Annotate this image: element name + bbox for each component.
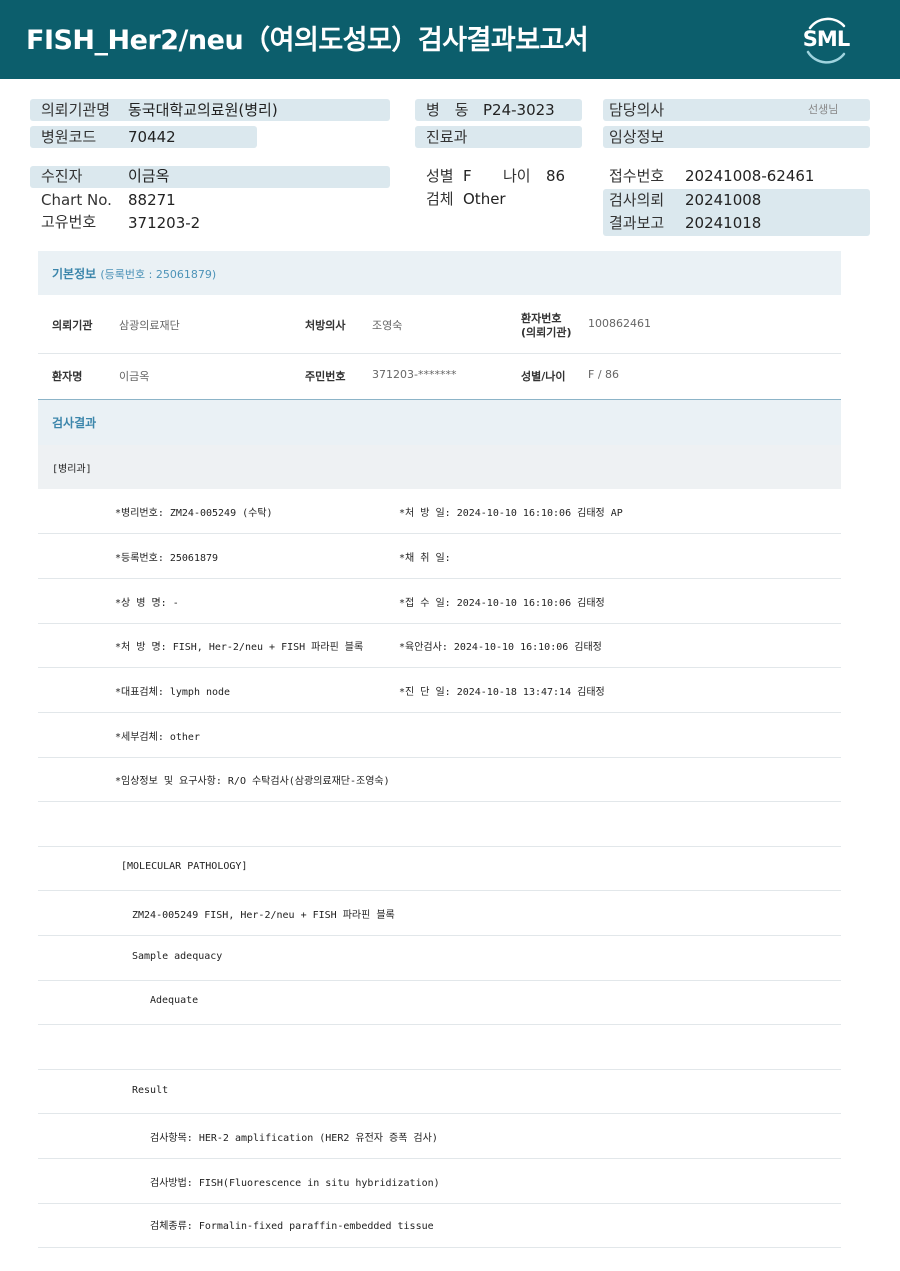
request-date-label: 검사의뢰 bbox=[609, 191, 665, 209]
specimen-value: Other bbox=[463, 190, 506, 208]
result-line-right: *접 수 일: 2024-10-10 16:10:06 김태정 bbox=[399, 598, 605, 609]
hospital-code-label: 병원코드 bbox=[41, 128, 97, 146]
attending-doctor-label: 담당의사 bbox=[609, 101, 665, 119]
divider bbox=[38, 935, 841, 936]
age-value: 86 bbox=[546, 167, 566, 185]
request-institution-label: 의뢰기관명 bbox=[41, 101, 111, 119]
info-label-institution: 의뢰기관 bbox=[52, 319, 93, 332]
info-value-patient-no: 100862461 bbox=[588, 317, 651, 330]
molecular-header: [MOLECULAR PATHOLOGY] bbox=[121, 861, 248, 872]
divider bbox=[38, 801, 841, 802]
result-line-left: *병리번호: ZM24-005249 (수탁) bbox=[115, 508, 273, 519]
molecular-line: Result bbox=[132, 1085, 169, 1096]
divider bbox=[38, 667, 841, 668]
department-label: 진료과 bbox=[426, 128, 468, 146]
info-value-institution: 삼광의료재단 bbox=[119, 319, 180, 332]
molecular-line: Sample adequacy bbox=[132, 951, 223, 962]
specimen-label: 검체 bbox=[426, 190, 454, 208]
basic-info-reg-no: (등록번호 : 25061879) bbox=[100, 268, 217, 281]
info-value-patient-name: 이금옥 bbox=[119, 370, 150, 383]
unique-no-label: 고유번호 bbox=[41, 213, 97, 231]
logo-text: SML bbox=[802, 27, 850, 51]
divider bbox=[38, 1247, 841, 1248]
molecular-line: 검체종류: Formalin-fixed paraffin-embedded t… bbox=[150, 1221, 434, 1232]
patient-label: 수진자 bbox=[41, 167, 83, 185]
pill-patient bbox=[30, 166, 390, 188]
info-label-sex-age: 성별/나이 bbox=[521, 370, 566, 383]
chart-no-label: Chart No. bbox=[41, 191, 112, 209]
molecular-line: 검사항목: HER-2 amplification (HER2 유전자 증폭 검… bbox=[150, 1133, 438, 1144]
info-label-resident-no: 주민번호 bbox=[305, 370, 346, 383]
receipt-no-value: 20241008-62461 bbox=[685, 167, 815, 185]
clinical-info-label: 임상정보 bbox=[609, 128, 665, 146]
divider bbox=[38, 1203, 841, 1204]
result-line-left: *대표검체: lymph node bbox=[115, 687, 231, 698]
divider bbox=[38, 578, 841, 579]
molecular-line: ZM24-005249 FISH, Her-2/neu + FISH 파라핀 블… bbox=[132, 910, 395, 921]
info-label-prescriber: 처방의사 bbox=[305, 319, 346, 332]
result-line-right: *처 방 일: 2024-10-10 16:10:06 김태정 AP bbox=[399, 508, 623, 519]
sml-logo: SML bbox=[800, 14, 852, 66]
result-line-left: *처 방 명: FISH, Her-2/neu + FISH 파라핀 블록 bbox=[115, 642, 364, 653]
hospital-code-value: 70442 bbox=[128, 128, 176, 146]
molecular-line: Adequate bbox=[150, 995, 199, 1006]
result-line-left: *세부검체: other bbox=[115, 732, 200, 743]
divider bbox=[38, 846, 841, 847]
results-band bbox=[38, 399, 841, 445]
divider bbox=[38, 1069, 841, 1070]
divider bbox=[38, 623, 841, 624]
sex-value: F bbox=[463, 167, 472, 185]
chart-no-value: 88271 bbox=[128, 191, 176, 209]
divider bbox=[38, 1113, 841, 1114]
pathology-band bbox=[38, 445, 841, 489]
receipt-no-label: 접수번호 bbox=[609, 167, 665, 185]
info-value-resident-no: 371203-******* bbox=[372, 368, 457, 381]
divider bbox=[38, 533, 841, 534]
report-header: FISH_Her2/neu（여의도성모）검사결과보고서 SML bbox=[0, 0, 900, 79]
divider bbox=[38, 353, 841, 354]
report-date-label: 결과보고 bbox=[609, 214, 665, 232]
divider bbox=[38, 1024, 841, 1025]
divider bbox=[38, 1158, 841, 1159]
request-date-value: 20241008 bbox=[685, 191, 762, 209]
basic-info-title-text: 기본정보 bbox=[52, 267, 97, 281]
age-label: 나이 bbox=[503, 167, 531, 185]
divider bbox=[38, 712, 841, 713]
results-title: 검사결과 bbox=[52, 416, 97, 430]
ward-label: 병 동 bbox=[426, 101, 469, 119]
divider bbox=[38, 890, 841, 891]
basic-info-title: 기본정보 (등록번호 : 25061879) bbox=[52, 265, 216, 282]
report-title: FISH_Her2/neu（여의도성모）검사결과보고서 bbox=[26, 25, 589, 56]
request-institution-value: 동국대학교의료원(병리) bbox=[128, 101, 278, 119]
doctor-suffix: 선생님 bbox=[808, 103, 839, 116]
result-line-left: *등록번호: 25061879 bbox=[115, 553, 219, 564]
sex-label: 성별 bbox=[426, 167, 454, 185]
unique-no-value: 371203-2 bbox=[128, 214, 201, 232]
pathology-tag: [병리과] bbox=[52, 464, 92, 475]
divider bbox=[38, 757, 841, 758]
info-label-patient-name: 환자명 bbox=[52, 370, 83, 383]
result-line-left: *임상정보 및 요구사항: R/O 수탁검사(삼광의료재단-조영숙) bbox=[115, 776, 390, 787]
divider bbox=[38, 980, 841, 981]
info-value-prescriber: 조영숙 bbox=[372, 319, 403, 332]
info-value-sex-age: F / 86 bbox=[588, 368, 620, 381]
result-line-right: *채 취 일: bbox=[399, 553, 451, 564]
ward-value: P24-3023 bbox=[483, 101, 555, 119]
info-label-patient-no-sub: (의뢰기관) bbox=[521, 326, 572, 339]
patient-value: 이금옥 bbox=[128, 167, 170, 185]
result-line-left: *상 병 명: - bbox=[115, 598, 179, 609]
molecular-line: 검사방법: FISH(Fluorescence in situ hybridiz… bbox=[150, 1178, 440, 1189]
result-line-right: *육안검사: 2024-10-10 16:10:06 김태정 bbox=[399, 642, 602, 653]
result-line-right: *진 단 일: 2024-10-18 13:47:14 김태정 bbox=[399, 687, 605, 698]
report-date-value: 20241018 bbox=[685, 214, 762, 232]
